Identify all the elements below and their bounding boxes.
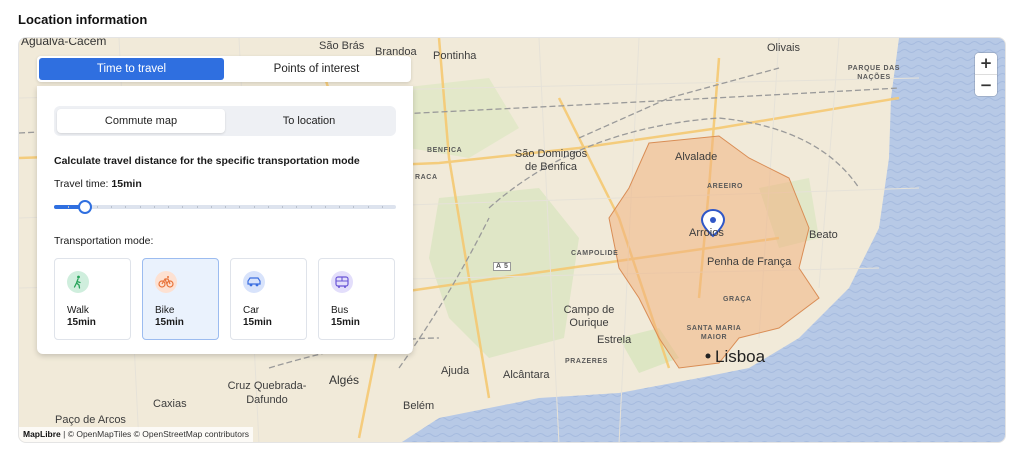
- slider-tick: [324, 206, 326, 208]
- bike-icon: [155, 271, 177, 293]
- travel-time-slider[interactable]: [54, 198, 396, 216]
- slider-thumb[interactable]: [77, 200, 92, 214]
- transport-mode-label: Transportation mode:: [54, 235, 154, 247]
- travel-time-readout: Travel time: 15min: [54, 178, 142, 190]
- map-label: Paço de Arcos: [55, 414, 126, 426]
- bus-icon: [331, 271, 353, 293]
- map-label: São Brás: [319, 40, 365, 52]
- commute-map-button[interactable]: Commute map: [57, 109, 225, 133]
- slider-tick: [111, 206, 112, 208]
- map-label: Ajuda: [441, 365, 470, 377]
- map-label: Olivais: [767, 42, 801, 54]
- map[interactable]: Agualva-Cacém São Brás Brandoa Pontinha …: [18, 37, 1006, 443]
- panel-tabs: Time to travel Points of interest: [37, 56, 411, 82]
- section-title: Location information: [18, 12, 148, 27]
- map-label: PARQUE DAS NAÇÕES: [847, 65, 901, 81]
- attribution-text[interactable]: | © OpenMapTiles © OpenStreetMap contrib…: [61, 429, 249, 439]
- mode-name: Bus: [331, 305, 349, 316]
- walk-icon: [67, 271, 89, 293]
- map-label: Agualva-Cacém: [21, 37, 107, 48]
- slider-tick: [339, 206, 340, 208]
- map-label: RACA: [415, 174, 438, 181]
- slider-tick: [282, 206, 283, 208]
- to-location-button[interactable]: To location: [225, 109, 393, 133]
- map-label: Arroios: [689, 227, 724, 239]
- slider-tick: [139, 206, 141, 208]
- mode-bus[interactable]: Bus 15min: [318, 258, 395, 340]
- slider-tick: [210, 206, 212, 208]
- slider-tick: [353, 206, 355, 208]
- slider-tick: [310, 206, 312, 208]
- slider-tick: [153, 206, 155, 208]
- map-label: Caxias: [153, 398, 187, 410]
- map-label: São Domingos de Benfica: [514, 148, 588, 173]
- travel-panel: Commute map To location Calculate travel…: [37, 86, 413, 354]
- map-label: A 5: [493, 262, 512, 271]
- slider-tick: [225, 206, 226, 208]
- zoom-in-button[interactable]: +: [975, 53, 997, 74]
- map-label: Penha de França: [707, 256, 792, 268]
- slider-tick: [196, 206, 198, 208]
- map-label: SANTA MARIA MAIOR: [686, 325, 742, 341]
- mode-name: Bike: [155, 305, 175, 316]
- slider-tick: [296, 206, 298, 208]
- maplibre-link[interactable]: MapLibre: [23, 429, 61, 439]
- map-label: Alvalade: [675, 151, 718, 163]
- map-label: Estrela: [597, 334, 632, 346]
- slider-tick: [381, 206, 383, 208]
- slider-tick: [125, 206, 127, 208]
- slider-tick: [182, 206, 184, 208]
- panel-description: Calculate travel distance for the specif…: [54, 155, 360, 167]
- tab-points-of-interest[interactable]: Points of interest: [224, 58, 409, 80]
- map-label: Alcântara: [503, 369, 550, 381]
- slider-tick: [253, 206, 255, 208]
- mode-name: Car: [243, 305, 260, 316]
- slider-tick: [367, 206, 369, 208]
- car-icon: [243, 271, 265, 293]
- travel-time-value: 15min: [111, 178, 142, 190]
- slider-tick: [96, 206, 98, 208]
- mode-name: Walk: [67, 305, 89, 316]
- slider-tick: [267, 206, 269, 208]
- mode-time: 15min: [331, 317, 360, 328]
- map-label: Cruz Quebrada-Dafundo: [227, 380, 307, 406]
- slider-tick: [68, 206, 70, 208]
- zoom-control: + −: [975, 53, 997, 96]
- map-label: Algés: [329, 373, 360, 387]
- commute-segment-control: Commute map To location: [54, 106, 396, 136]
- mode-walk[interactable]: Walk 15min: [54, 258, 131, 340]
- slider-tick: [239, 206, 241, 208]
- map-label: BENFICA: [427, 147, 463, 154]
- zoom-out-button[interactable]: −: [975, 75, 997, 96]
- map-label: Pontinha: [433, 50, 477, 62]
- map-label: Beato: [809, 229, 838, 241]
- mode-car[interactable]: Car 15min: [230, 258, 307, 340]
- map-attribution: MapLibre | © OpenMapTiles © OpenStreetMa…: [19, 427, 254, 442]
- tab-time-to-travel[interactable]: Time to travel: [39, 58, 224, 80]
- transport-modes: Walk 15min Bike 15min Car 15min Bus 15mi…: [54, 258, 396, 340]
- map-label: Belém: [403, 400, 435, 412]
- map-label: Lisboa: [715, 347, 766, 366]
- map-label: CAMPOLIDE: [571, 250, 619, 257]
- mode-bike[interactable]: Bike 15min: [142, 258, 219, 340]
- mode-time: 15min: [67, 317, 96, 328]
- slider-tick: [168, 206, 169, 208]
- map-label: GRAÇA: [723, 296, 752, 303]
- mode-time: 15min: [155, 317, 184, 328]
- map-label: Campo de Ourique: [563, 304, 615, 329]
- map-label: PRAZERES: [565, 358, 608, 365]
- map-label: AREEIRO: [707, 183, 744, 190]
- mode-time: 15min: [243, 317, 272, 328]
- travel-time-label: Travel time:: [54, 178, 109, 190]
